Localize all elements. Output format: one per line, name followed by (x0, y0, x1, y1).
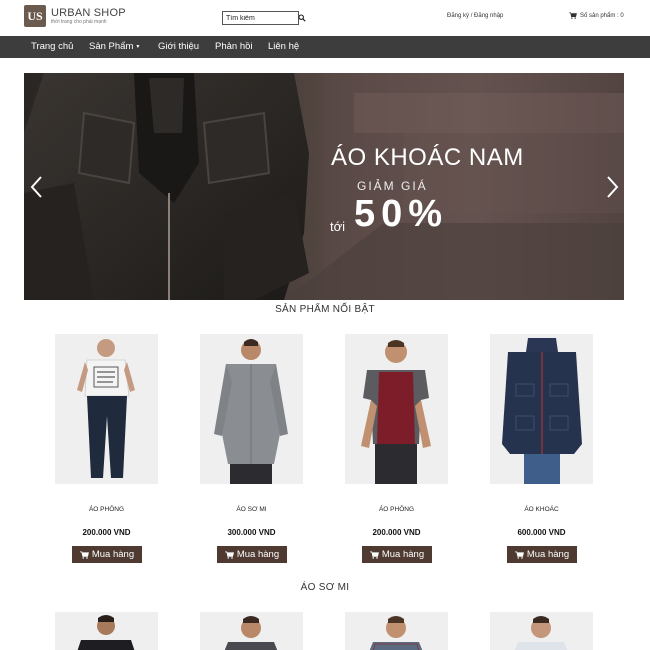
logo-mark: US (24, 5, 46, 27)
logo[interactable]: US URBAN SHOP thời trang cho phái mạnh (24, 5, 126, 27)
product-name[interactable]: ÁO PHÔNG (55, 506, 158, 513)
banner-prefix: tới (330, 219, 346, 234)
nav-item-products[interactable]: Sản Phẩm ▾ (89, 36, 139, 58)
product-card: ÁO PHÔNG 200.000 VND Mua hàng (345, 334, 448, 566)
site-header: US URBAN SHOP thời trang cho phái mạnh Đ… (0, 0, 650, 36)
buy-button[interactable]: Mua hàng (507, 546, 577, 563)
product-price: 300.000 VND (227, 528, 276, 537)
brand-tagline: thời trang cho phái mạnh (51, 18, 107, 25)
auth-links: Đăng ký / Đăng nhập (447, 13, 503, 19)
chevron-down-icon: ▾ (136, 44, 140, 50)
chevron-right-icon[interactable] (604, 175, 620, 199)
nav-item-label: Giới thiệu (158, 41, 200, 52)
cart-icon (514, 551, 524, 559)
nav-item-label: Liên hệ (268, 41, 300, 52)
product-card: ÁO KHOÁC 600.000 VND Mua hàng (490, 334, 593, 566)
main-nav: Trang chủ Sản Phẩm ▾ Giới thiệu Phản hồi … (0, 36, 650, 58)
nav-item-about[interactable]: Giới thiệu (158, 36, 199, 58)
product-image[interactable] (55, 612, 158, 650)
product-image[interactable] (55, 334, 158, 484)
search-icon[interactable] (298, 14, 306, 22)
product-image[interactable] (490, 612, 593, 650)
cart-icon (79, 551, 89, 559)
product-image[interactable] (200, 612, 303, 650)
product-image[interactable] (490, 334, 593, 484)
search-input[interactable] (222, 11, 299, 25)
buy-button-label: Mua hàng (236, 549, 280, 560)
buy-button-label: Mua hàng (381, 549, 425, 560)
banner-discount: 50% (354, 193, 449, 235)
cart-icon (224, 551, 234, 559)
product-name[interactable]: ÁO PHÔNG (345, 506, 448, 513)
product-price: 200.000 VND (372, 528, 421, 537)
banner-image (24, 73, 624, 300)
product-image[interactable] (200, 334, 303, 484)
nav-item-home[interactable]: Trang chủ (31, 36, 73, 58)
brand-name: URBAN SHOP (51, 6, 126, 19)
nav-item-label: Phản hồi (215, 41, 253, 52)
buy-button[interactable]: Mua hàng (72, 546, 142, 563)
nav-item-label: Trang chủ (31, 41, 74, 52)
product-price: 600.000 VND (517, 528, 566, 537)
nav-item-contact[interactable]: Liên hệ (268, 36, 299, 58)
product-image[interactable] (345, 612, 448, 650)
banner-subtitle: GIẢM GIÁ (357, 179, 428, 193)
featured-section-title: SẢN PHẨM NỔI BẬT (275, 304, 375, 315)
cart-icon (569, 12, 577, 19)
chevron-left-icon[interactable] (29, 175, 45, 199)
logo-text: URBAN SHOP thời trang cho phái mạnh (51, 7, 126, 26)
product-image[interactable] (345, 334, 448, 484)
cart-count-label: Số sản phẩm : 0 (580, 12, 624, 19)
hero-banner[interactable]: ÁO KHOÁC NAM GIẢM GIÁ tới 50% (24, 73, 624, 300)
cart-icon (369, 551, 379, 559)
product-card: ÁO PHÔNG 200.000 VND Mua hàng (55, 334, 158, 566)
buy-button[interactable]: Mua hàng (217, 546, 287, 563)
cart-summary[interactable]: Số sản phẩm : 0 (569, 12, 624, 19)
buy-button[interactable]: Mua hàng (362, 546, 432, 563)
product-price: 200.000 VND (82, 528, 131, 537)
buy-button-label: Mua hàng (526, 549, 570, 560)
buy-button-label: Mua hàng (91, 549, 135, 560)
register-link[interactable]: Đăng ký (447, 13, 469, 19)
product-card: ÁO SƠ MI 300.000 VND Mua hàng (200, 334, 303, 566)
banner-title: ÁO KHOÁC NAM (331, 144, 524, 171)
product-name[interactable]: ÁO KHOÁC (490, 506, 593, 513)
auth-separator: / (470, 13, 473, 19)
shirts-section-title: ÁO SƠ MI (300, 582, 350, 593)
nav-item-feedback[interactable]: Phản hồi (215, 36, 253, 58)
login-link[interactable]: Đăng nhập (474, 13, 503, 19)
product-name[interactable]: ÁO SƠ MI (200, 506, 303, 513)
nav-item-label: Sản Phẩm (89, 41, 134, 52)
